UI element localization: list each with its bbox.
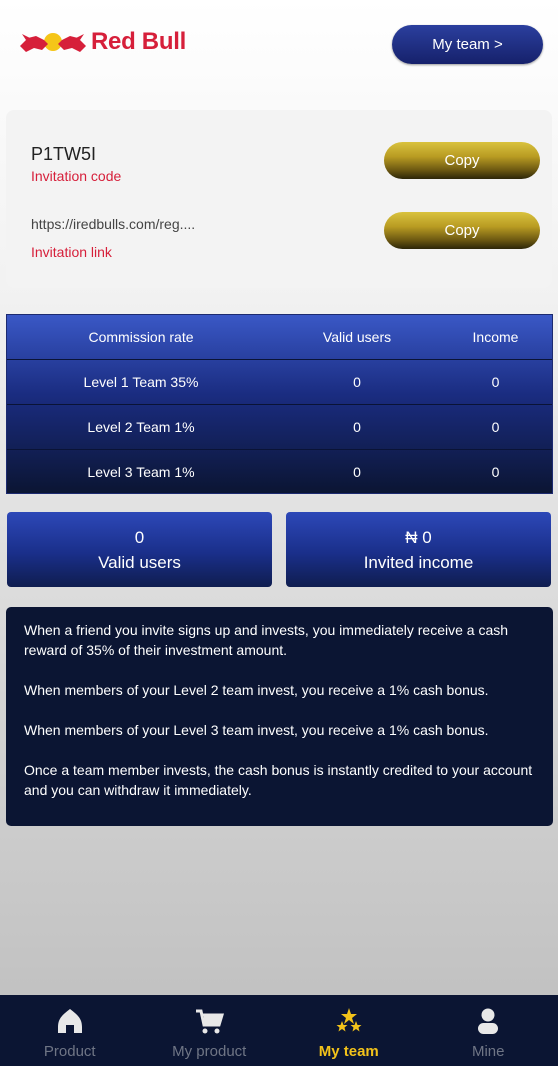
stars-icon [336,1008,362,1032]
invitation-code-label: Invitation code [31,168,122,184]
info-paragraph: When a friend you invite signs up and in… [24,622,509,658]
info-paragraph: When members of your Level 3 team invest… [24,722,489,738]
tab-label: Product [43,1043,96,1060]
user-icon [478,1008,499,1034]
my-team-button[interactable]: My team > [392,25,543,64]
row-income: 0 [491,463,500,480]
header-income: Income [472,329,519,345]
row-level: Level 2 Team 1% [87,419,195,435]
row-valid-users: 0 [353,419,361,435]
cart-icon [196,1009,225,1034]
valid-users-stat: 0 Valid users [7,512,272,587]
tab-my-product[interactable]: My product [140,995,280,1066]
row-level: Level 3 Team 1% [87,463,195,480]
header-commission-rate: Commission rate [88,329,194,345]
reward-info-panel: When a friend you invite signs up and in… [6,607,553,826]
invited-income-stat: ₦ 0 Invited income [286,512,551,587]
brand-name: Red Bull [91,28,186,55]
brand-logo: Red Bull [18,26,186,58]
table-row: Level 3 Team 1% 0 0 [7,449,552,494]
invitation-code-value: P1TW5I [31,144,97,164]
copy-link-button[interactable]: Copy [384,212,540,249]
info-paragraph: When members of your Level 2 team invest… [24,682,489,698]
invited-income-value: ₦ 0 [405,528,432,547]
red-bull-logo-icon [20,33,86,52]
row-valid-users: 0 [353,463,361,480]
table-header-row: Commission rate Valid users Income [7,315,552,360]
tab-my-team[interactable]: My team [279,995,419,1066]
invited-income-label: Invited income [363,553,474,572]
home-icon [57,1009,82,1033]
valid-users-label: Valid users [98,553,181,572]
tab-label: Mine [471,1043,505,1060]
header-valid-users: Valid users [322,329,392,345]
invitation-card: P1TW5I Invitation code Copy https://ired… [6,110,552,288]
invitation-link-value: https://iredbulls.com/reg.... [31,216,196,232]
valid-users-value: 0 [134,528,145,547]
tab-label: My team [318,1043,379,1060]
row-level: Level 1 Team 35% [83,374,199,390]
row-income: 0 [491,374,500,390]
tab-label: My product [172,1043,247,1060]
bottom-tab-bar: Product My product My team Mine [0,995,558,1066]
row-income: 0 [491,419,500,435]
tab-mine[interactable]: Mine [419,995,558,1066]
table-row: Level 2 Team 1% 0 0 [7,405,552,450]
info-paragraph: Once a team member invests, the cash bon… [24,762,533,798]
tab-product[interactable]: Product [0,995,140,1066]
invitation-link-label: Invitation link [31,244,112,260]
commission-table: Commission rate Valid users Income Level… [6,314,553,494]
table-row: Level 1 Team 35% 0 0 [7,360,552,405]
copy-code-button[interactable]: Copy [384,142,540,179]
header: Red Bull My team > [0,0,558,90]
row-valid-users: 0 [353,374,361,390]
